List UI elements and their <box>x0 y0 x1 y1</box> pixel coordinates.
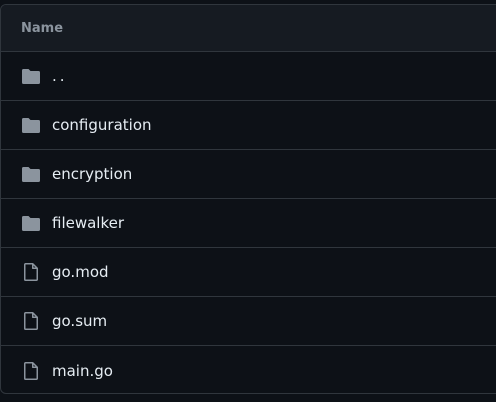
folder-icon <box>21 66 41 86</box>
folder-icon <box>21 213 41 233</box>
file-row-label: main.go <box>52 361 113 380</box>
name-column-header: Name <box>21 20 64 36</box>
file-icon <box>21 262 41 282</box>
file-row-configuration[interactable]: configuration <box>1 101 496 150</box>
file-row-main-go[interactable]: main.go <box>1 346 496 393</box>
file-row-label: filewalker <box>52 214 125 232</box>
file-row-label: encryption <box>52 165 133 183</box>
file-row-label: .. <box>52 67 68 85</box>
file-row-encryption[interactable]: encryption <box>1 150 496 199</box>
file-row-go-mod[interactable]: go.mod <box>1 248 496 297</box>
file-table: Name .. configuration encryption filewal… <box>0 4 496 394</box>
file-row-parent-directory[interactable]: .. <box>1 52 496 101</box>
file-icon <box>21 361 41 381</box>
folder-icon <box>21 115 41 135</box>
folder-icon <box>21 164 41 184</box>
file-row-label: go.mod <box>52 263 109 281</box>
file-row-label: go.sum <box>52 312 108 330</box>
file-row-go-sum[interactable]: go.sum <box>1 297 496 346</box>
table-header: Name <box>1 5 496 52</box>
file-row-label: configuration <box>52 116 152 134</box>
file-icon <box>21 311 41 331</box>
file-row-filewalker[interactable]: filewalker <box>1 199 496 248</box>
